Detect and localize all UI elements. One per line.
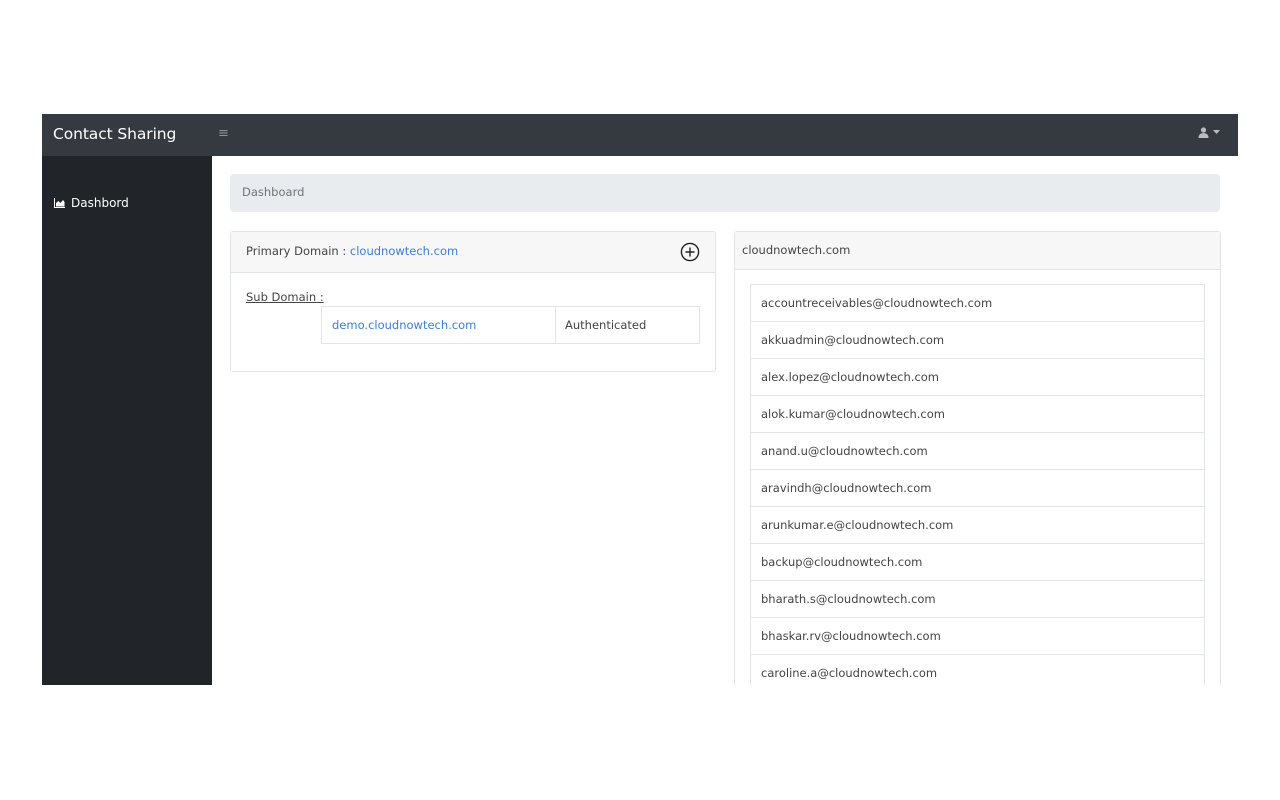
email-list-item[interactable]: aravindh@cloudnowtech.com	[751, 470, 1204, 507]
email-list-item[interactable]: caroline.a@cloudnowtech.com	[751, 655, 1204, 685]
sidebar-item-label: Dashbord	[71, 196, 129, 210]
user-icon	[1198, 127, 1209, 138]
domain-users-card: cloudnowtech.com accountreceivables@clou…	[734, 231, 1221, 685]
email-list: accountreceivables@cloudnowtech.com akkua…	[750, 284, 1205, 685]
email-list-item[interactable]: anand.u@cloudnowtech.com	[751, 433, 1204, 470]
email-list-item[interactable]: accountreceivables@cloudnowtech.com	[751, 285, 1204, 322]
email-list-item[interactable]: backup@cloudnowtech.com	[751, 544, 1204, 581]
subdomain-label: Sub Domain :	[246, 290, 324, 304]
sidebar: Dashbord	[42, 156, 212, 685]
add-subdomain-button[interactable]	[680, 242, 700, 266]
app-window: Contact Sharing ≡ Dashbord Dashboard Pri…	[42, 114, 1238, 685]
sidebar-item-dashboard[interactable]: Dashbord	[54, 196, 129, 210]
primary-domain-label: Primary Domain :	[246, 244, 350, 258]
email-list-item[interactable]: akkuadmin@cloudnowtech.com	[751, 322, 1204, 359]
caret-down-icon	[1213, 130, 1220, 134]
breadcrumb-title: Dashboard	[242, 185, 305, 199]
subdomain-row: demo.cloudnowtech.com Authenticated	[321, 306, 700, 344]
plus-circle-icon	[680, 242, 700, 262]
primary-domain-card: Primary Domain : cloudnowtech.com Sub Do…	[230, 231, 716, 372]
email-list-item[interactable]: bhaskar.rv@cloudnowtech.com	[751, 618, 1204, 655]
email-list-item[interactable]: alok.kumar@cloudnowtech.com	[751, 396, 1204, 433]
subdomain-status: Authenticated	[565, 318, 647, 332]
user-menu-button[interactable]	[1198, 127, 1220, 138]
primary-domain-title: Primary Domain : cloudnowtech.com	[246, 244, 458, 258]
main-content: Dashboard Primary Domain : cloudnowtech.…	[212, 156, 1238, 685]
domain-users-header: cloudnowtech.com	[735, 232, 1220, 270]
email-list-item[interactable]: bharath.s@cloudnowtech.com	[751, 581, 1204, 618]
breadcrumb: Dashboard	[230, 174, 1220, 212]
primary-domain-link[interactable]: cloudnowtech.com	[350, 244, 458, 258]
email-list-item[interactable]: arunkumar.e@cloudnowtech.com	[751, 507, 1204, 544]
email-list-item[interactable]: alex.lopez@cloudnowtech.com	[751, 359, 1204, 396]
area-chart-icon	[54, 198, 65, 208]
hamburger-icon[interactable]: ≡	[218, 126, 229, 141]
subdomain-link[interactable]: demo.cloudnowtech.com	[322, 307, 556, 343]
domain-users-title: cloudnowtech.com	[742, 243, 851, 257]
primary-domain-header: Primary Domain : cloudnowtech.com	[231, 232, 715, 273]
top-navbar: Contact Sharing ≡	[42, 114, 1238, 156]
brand-title[interactable]: Contact Sharing	[53, 125, 176, 143]
